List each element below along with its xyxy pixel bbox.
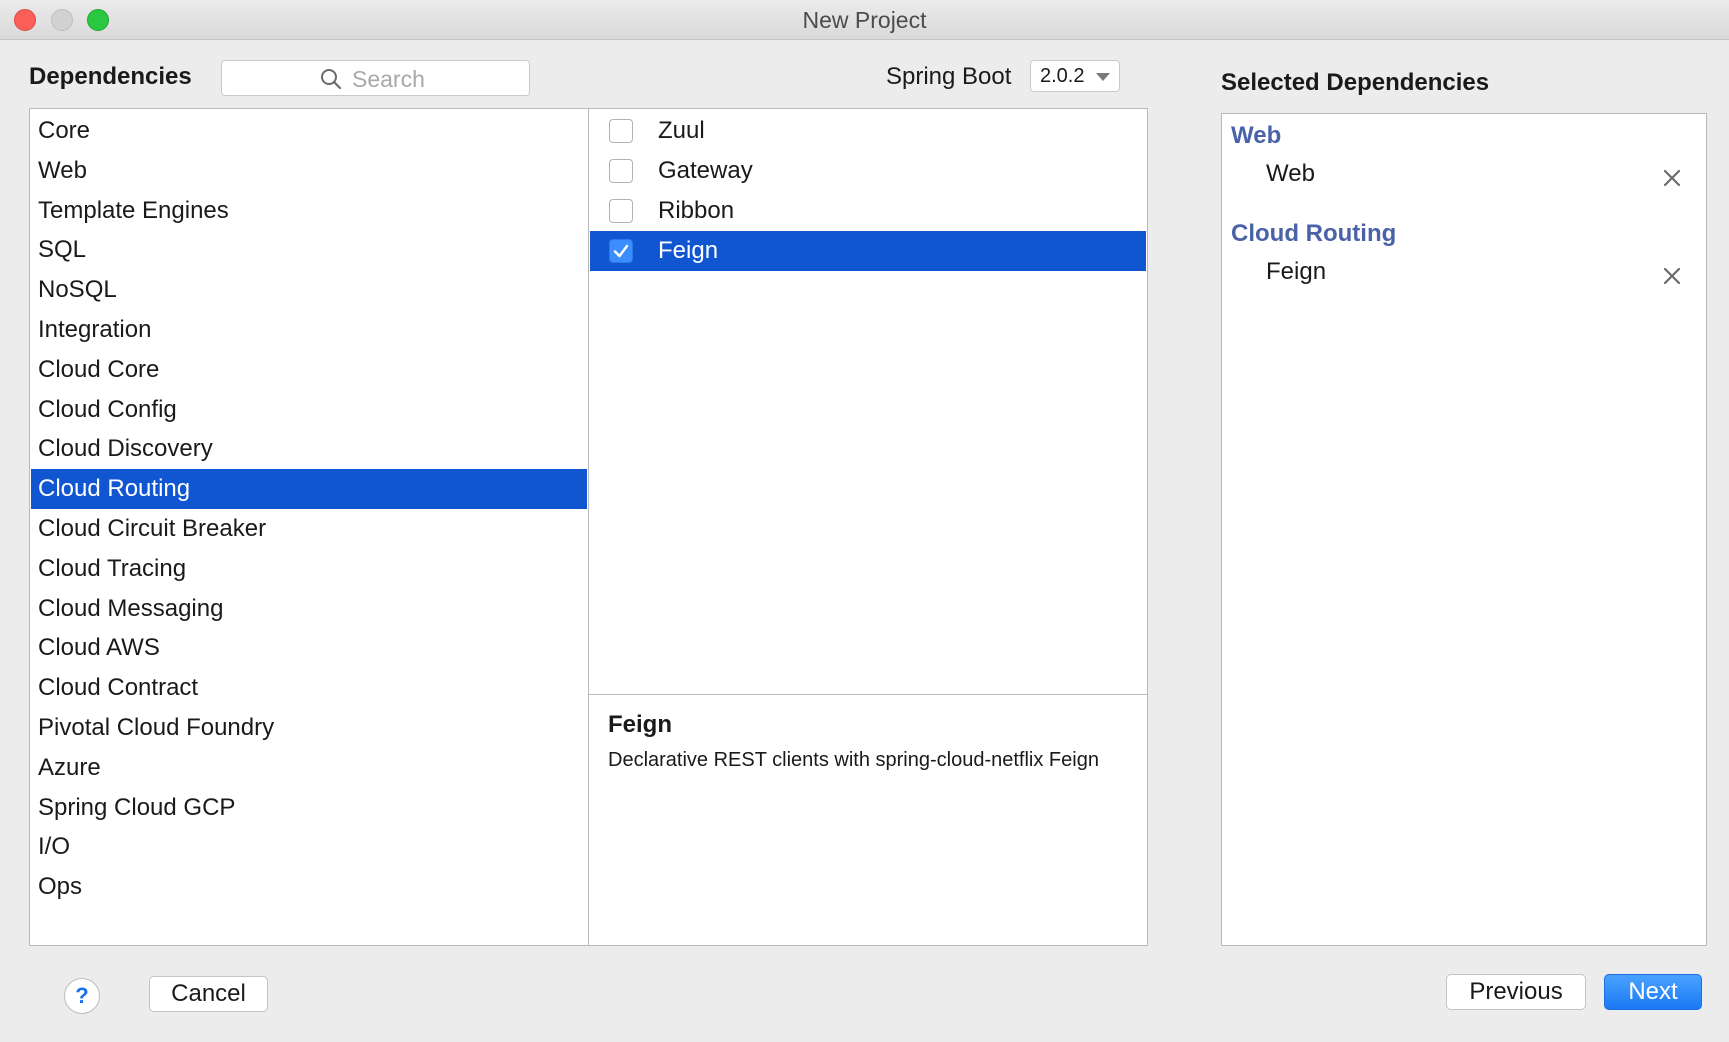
category-item[interactable]: Cloud Circuit Breaker: [31, 509, 587, 549]
search-input[interactable]: Search: [221, 60, 530, 96]
dependencies-heading: Dependencies: [29, 63, 192, 90]
dependency-label: Zuul: [658, 117, 705, 144]
dependency-item[interactable]: Zuul: [590, 111, 1146, 151]
category-item[interactable]: Cloud Messaging: [31, 589, 587, 629]
description-title: Feign: [608, 711, 672, 738]
chevron-down-icon: [1096, 73, 1110, 81]
dependency-checkbox[interactable]: [609, 239, 633, 263]
window-title: New Project: [802, 7, 927, 33]
category-item[interactable]: Cloud AWS: [31, 628, 587, 668]
category-list: Core Web Template Engines SQL NoSQL Integrati…: [29, 108, 589, 946]
dependency-label: Feign: [658, 237, 719, 264]
category-item[interactable]: Cloud Tracing: [31, 549, 587, 589]
dependency-checkbox[interactable]: [609, 119, 633, 143]
category-item[interactable]: Pivotal Cloud Foundry: [31, 708, 587, 748]
category-item[interactable]: Cloud Contract: [31, 668, 587, 708]
close-icon: [1663, 267, 1681, 285]
description-panel: Feign Declarative REST clients with spri…: [588, 694, 1148, 946]
category-item[interactable]: Template Engines: [31, 191, 587, 231]
category-item[interactable]: Spring Cloud GCP: [31, 788, 587, 828]
selected-dependency-item: Web: [1266, 160, 1315, 187]
remove-dependency-icon[interactable]: [1662, 168, 1682, 188]
dependency-label: Gateway: [658, 157, 753, 184]
dependency-checkbox[interactable]: [609, 199, 633, 223]
category-item[interactable]: Cloud Discovery: [31, 429, 587, 469]
selected-group-title: Web: [1231, 122, 1282, 149]
dependency-item[interactable]: Feign: [590, 231, 1146, 271]
category-item[interactable]: SQL: [31, 230, 587, 270]
dependency-item[interactable]: Gateway: [590, 151, 1146, 191]
dependency-checkbox[interactable]: [609, 159, 633, 183]
category-item[interactable]: Azure: [31, 748, 587, 788]
next-button[interactable]: Next: [1604, 974, 1702, 1010]
category-item[interactable]: Cloud Config: [31, 390, 587, 430]
category-item[interactable]: I/O: [31, 827, 587, 867]
description-text: Declarative REST clients with spring-clo…: [608, 749, 1099, 771]
dependency-item[interactable]: Ribbon: [590, 191, 1146, 231]
category-item[interactable]: Integration: [31, 310, 587, 350]
category-item[interactable]: Core: [31, 111, 587, 151]
title-bar: New Project: [0, 0, 1729, 40]
search-placeholder: Search: [352, 66, 425, 92]
help-button[interactable]: ?: [64, 978, 100, 1014]
selected-group-title: Cloud Routing: [1231, 220, 1397, 247]
category-item[interactable]: NoSQL: [31, 270, 587, 310]
cancel-button[interactable]: Cancel: [149, 976, 268, 1012]
selected-dependencies-panel: Web Web Cloud Routing Feign: [1221, 113, 1707, 946]
remove-dependency-icon[interactable]: [1662, 266, 1682, 286]
search-icon: [321, 69, 342, 90]
selected-dependency-item: Feign: [1266, 258, 1327, 285]
spring-boot-version-value: 2.0.2: [1040, 65, 1085, 87]
close-icon: [1663, 169, 1681, 187]
spring-boot-version-select[interactable]: 2.0.2: [1030, 60, 1120, 92]
dependency-label: Ribbon: [658, 197, 735, 224]
spring-boot-label: Spring Boot: [886, 63, 1012, 90]
category-item[interactable]: Web: [31, 151, 587, 191]
category-item[interactable]: Ops: [31, 867, 587, 907]
previous-button[interactable]: Previous: [1446, 974, 1586, 1010]
category-item[interactable]: Cloud Core: [31, 350, 587, 390]
category-item[interactable]: Cloud Routing: [31, 469, 587, 510]
dependency-list: Zuul Gateway Ribbon Feign: [588, 108, 1148, 696]
selected-dependencies-heading: Selected Dependencies: [1221, 69, 1490, 96]
checkmark-icon: [613, 244, 629, 258]
